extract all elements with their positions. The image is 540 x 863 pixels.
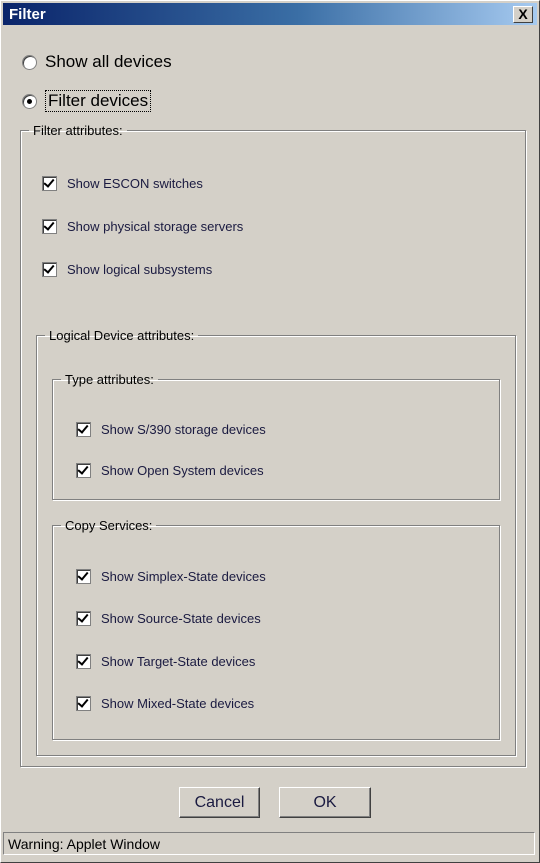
checkbox-label: Show Source-State devices <box>101 611 261 626</box>
checkbox-simplex-state-devices[interactable]: Show Simplex-State devices <box>76 569 266 584</box>
radio-label: Filter devices <box>45 90 152 112</box>
status-bar: Warning: Applet Window <box>3 832 535 855</box>
checkbox-indicator[interactable] <box>76 463 91 478</box>
radio-filter-devices[interactable]: Filter devices <box>22 90 152 112</box>
checkbox-label: Show Simplex-State devices <box>101 569 266 584</box>
checkbox-mixed-state-devices[interactable]: Show Mixed-State devices <box>76 696 254 711</box>
checkbox-target-state-devices[interactable]: Show Target-State devices <box>76 654 255 669</box>
checkbox-indicator[interactable] <box>76 611 91 626</box>
checkbox-label: Show S/390 storage devices <box>101 422 266 437</box>
checkbox-label: Show Mixed-State devices <box>101 696 255 711</box>
checkbox-source-state-devices[interactable]: Show Source-State devices <box>76 611 261 626</box>
checkbox-label: Show physical storage servers <box>67 219 244 234</box>
radio-label: Show all devices <box>45 52 172 71</box>
checkbox-label: Show Target-State devices <box>101 654 256 669</box>
checkbox-indicator[interactable] <box>76 569 91 584</box>
cancel-button[interactable]: Cancel <box>179 787 260 818</box>
checkbox-indicator[interactable] <box>76 654 91 669</box>
checkbox-indicator[interactable] <box>76 422 91 437</box>
radio-indicator[interactable] <box>22 54 37 70</box>
close-button[interactable]: X <box>513 6 533 23</box>
checkbox-physical-storage-servers[interactable]: Show physical storage servers <box>42 219 243 234</box>
checkbox-indicator[interactable] <box>42 176 57 191</box>
checkbox-indicator[interactable] <box>76 696 91 711</box>
checkbox-escon-switches[interactable]: Show ESCON switches <box>42 176 203 191</box>
checkbox-label: Show Open System devices <box>101 463 264 478</box>
radio-show-all-devices[interactable]: Show all devices <box>22 52 172 72</box>
checkbox-indicator[interactable] <box>42 262 57 277</box>
copy-services-legend: Copy Services: <box>65 518 153 533</box>
checkbox-indicator[interactable] <box>42 219 57 234</box>
window-title: Filter <box>9 6 46 23</box>
checkbox-open-system-devices[interactable]: Show Open System devices <box>76 463 264 478</box>
type-attributes-legend: Type attributes: <box>65 372 154 387</box>
radio-indicator[interactable] <box>22 93 37 109</box>
filter-attributes-legend: Filter attributes: <box>33 123 123 138</box>
checkbox-s390-storage-devices[interactable]: Show S/390 storage devices <box>76 422 266 437</box>
ok-button[interactable]: OK <box>279 787 371 818</box>
checkbox-logical-subsystems[interactable]: Show logical subsystems <box>42 262 212 277</box>
title-bar: Filter X <box>3 3 537 25</box>
checkbox-label: Show ESCON switches <box>67 176 203 191</box>
checkbox-label: Show logical subsystems <box>67 262 213 277</box>
logical-device-attributes-legend: Logical Device attributes: <box>49 328 195 343</box>
